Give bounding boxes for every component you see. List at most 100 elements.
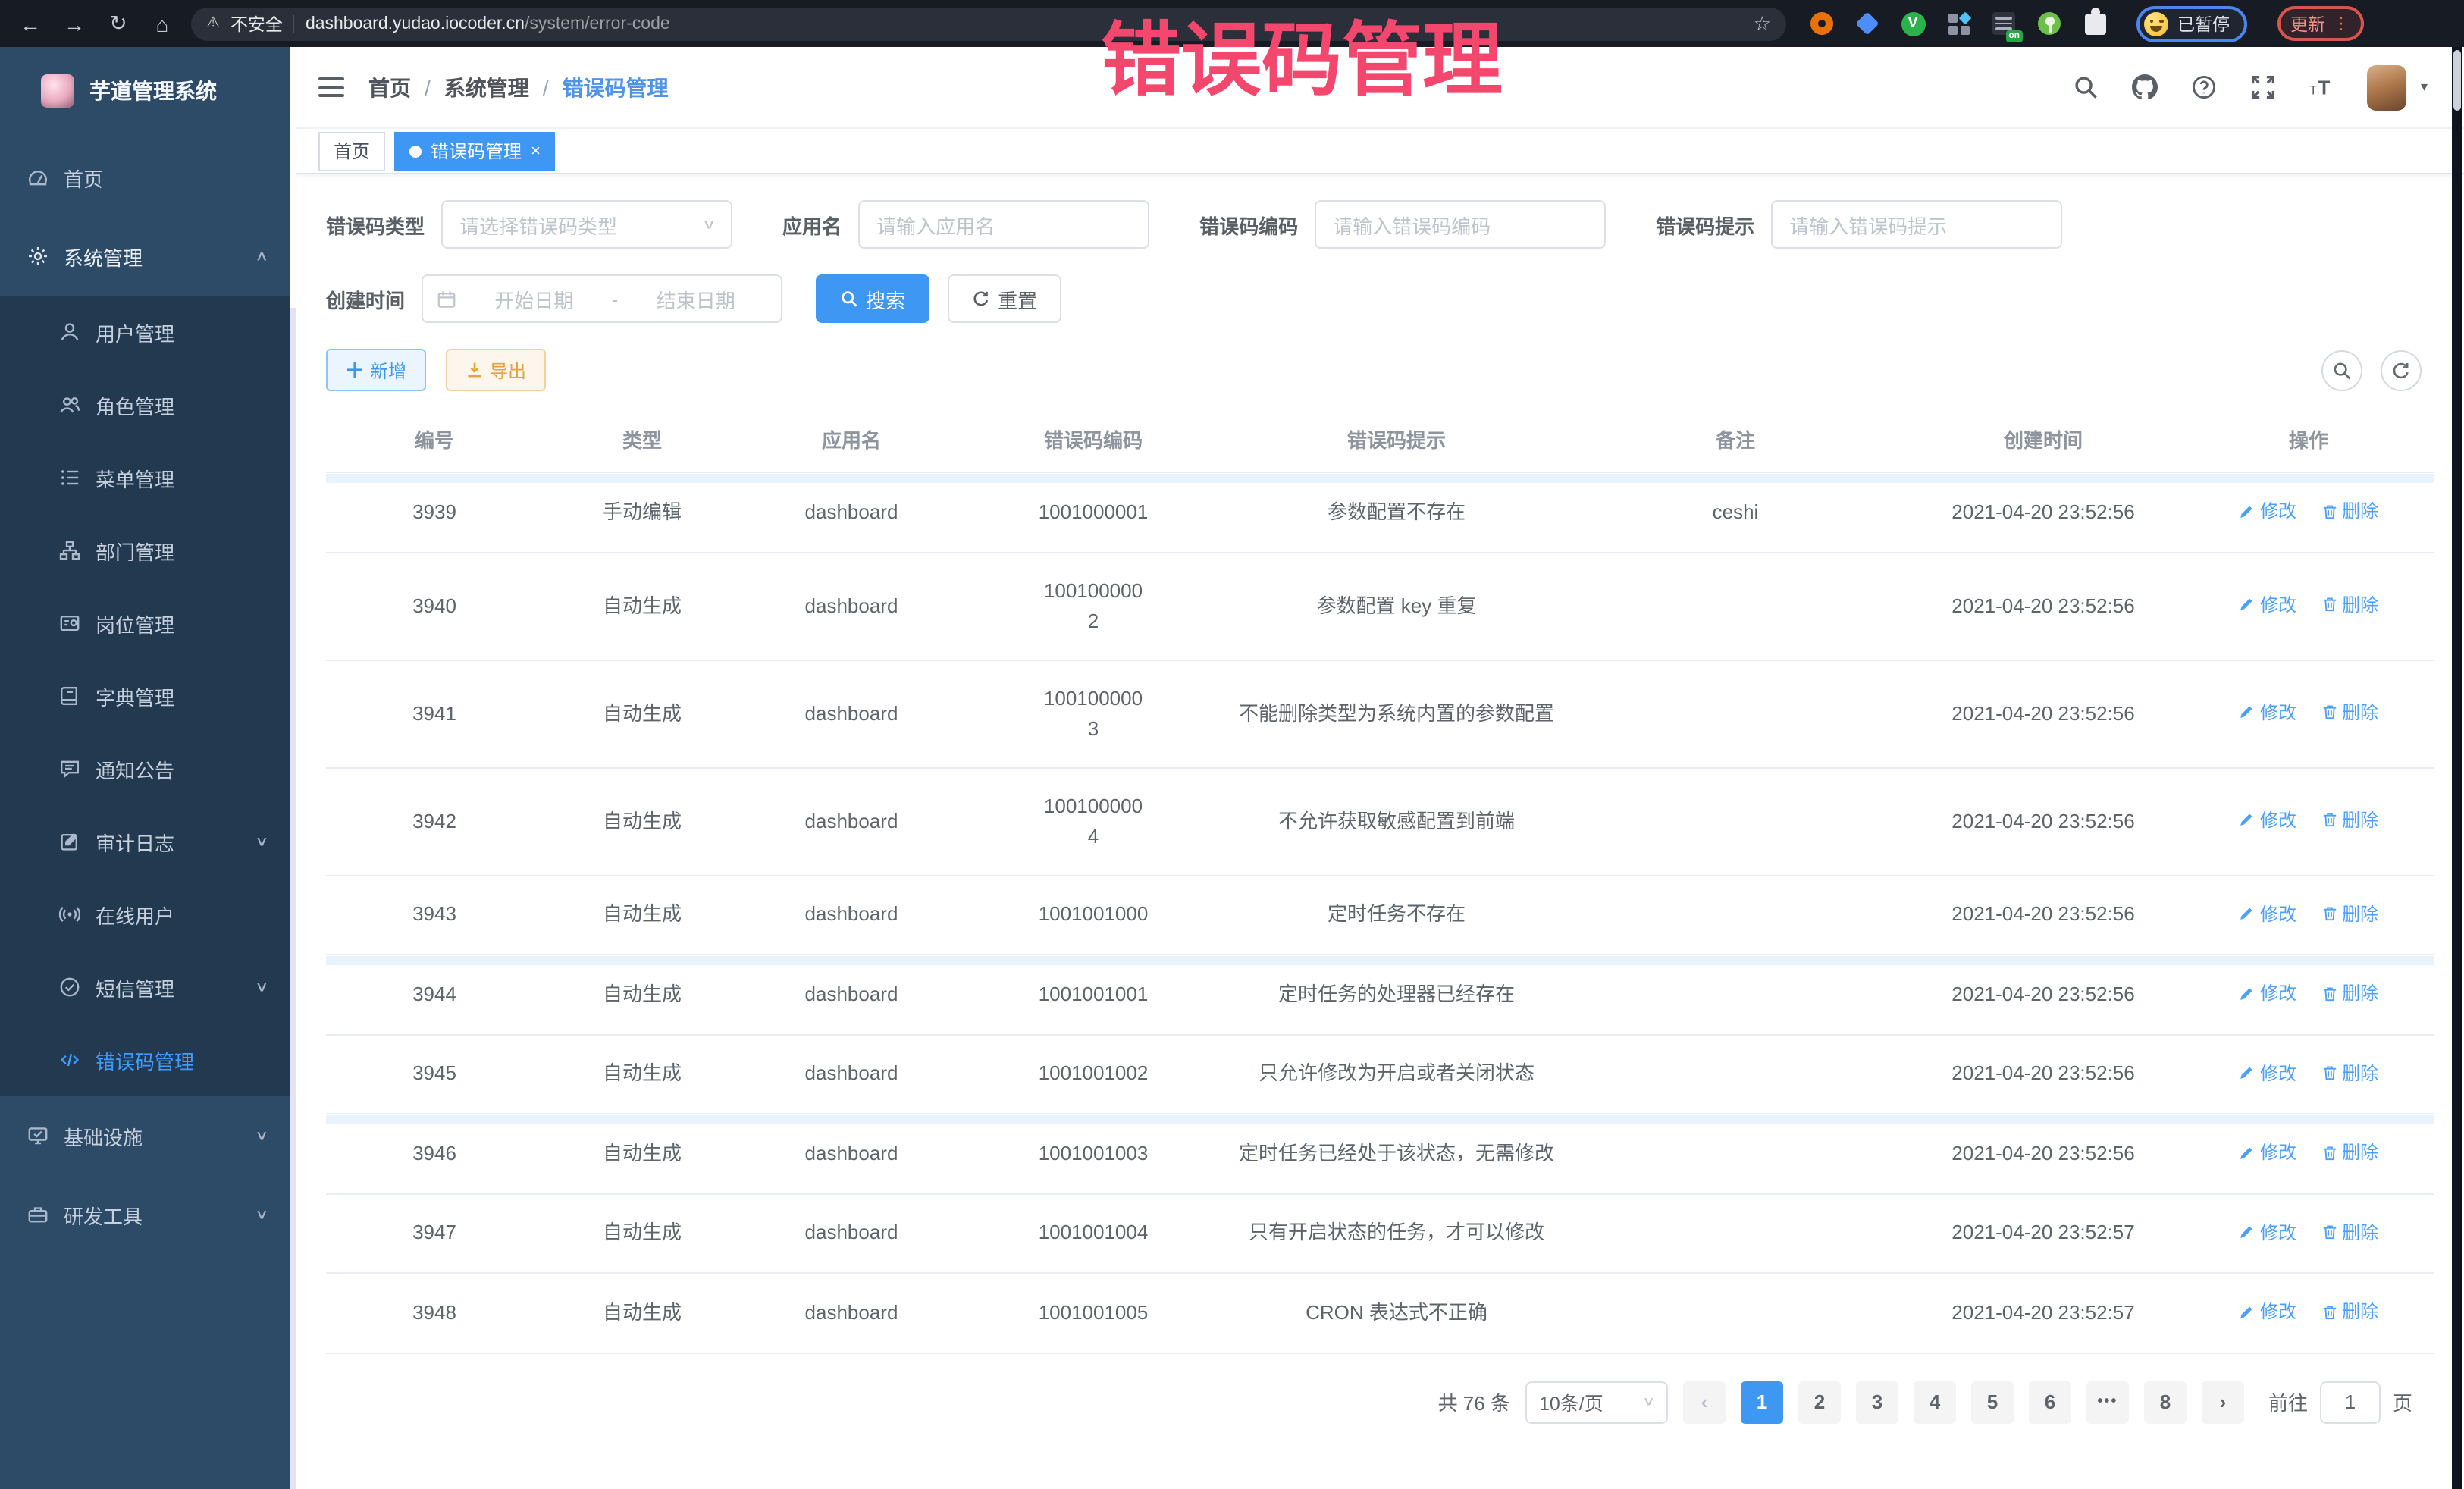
sidebar-item-4[interactable]: 角色管理 [0,368,290,441]
page-button-4[interactable]: 4 [1914,1381,1956,1423]
export-button[interactable]: 导出 [446,349,546,391]
delete-button[interactable]: 删除 [2321,805,2378,835]
bookmark-star-icon[interactable]: ☆ [1754,11,1771,36]
tab-错误码管理[interactable]: 错误码管理× [394,131,556,171]
sidebar-item-15[interactable]: 研发工具∨ [0,1175,290,1254]
search-button[interactable]: 搜索 [816,274,929,323]
browser-forward-icon[interactable]: → [59,11,89,36]
sidebar-toggle-hamburger-icon[interactable] [318,77,344,97]
url-text[interactable]: dashboard.yudao.iocoder.cn/system/error-… [306,14,670,33]
edit-button[interactable]: 修改 [2239,496,2296,526]
sidebar-item-7[interactable]: 岗位管理 [0,587,290,660]
sidebar-item-5[interactable]: 菜单管理 [0,441,290,514]
page-button-3[interactable]: 3 [1856,1381,1898,1423]
browser-menu-kebab-icon[interactable]: ⋮ [2333,14,2350,33]
extension-key-icon[interactable] [2036,11,2062,36]
extension-green-v-icon[interactable]: V [1900,11,1926,36]
edit-button[interactable]: 修改 [2239,898,2296,929]
sidebar-scrollbar-thumb[interactable] [290,47,296,308]
search-icon[interactable] [2072,74,2099,101]
sidebar-item-12[interactable]: 短信管理∨ [0,951,290,1023]
user-avatar[interactable] [2368,64,2407,110]
extension-gem-icon[interactable] [1854,11,1880,36]
page-button-2[interactable]: 2 [1798,1381,1841,1423]
edit-button[interactable]: 修改 [2239,590,2296,620]
app-logo[interactable]: 芋道管理系统 [0,47,296,135]
reset-button-label: 重置 [998,284,1037,313]
sidebar-item-6[interactable]: 部门管理 [0,514,290,587]
delete-button[interactable]: 删除 [2321,898,2378,929]
extension-orange-icon[interactable] [1809,11,1835,36]
error-hint-input[interactable]: 请输入错误码提示 [1771,200,2062,249]
date-range-picker[interactable]: 开始日期 - 结束日期 [422,274,782,323]
close-icon[interactable]: × [531,142,541,160]
reset-button[interactable]: 重置 [948,274,1061,323]
edit-button[interactable]: 修改 [2239,1296,2296,1327]
chevron-down-icon: ∨ [255,980,268,995]
sidebar-item-13[interactable]: 错误码管理 [0,1023,290,1096]
add-button[interactable]: 新增 [326,349,426,391]
edit-button[interactable]: 修改 [2239,1137,2296,1168]
page-scrollbar-thumb[interactable] [2453,50,2461,111]
sidebar-item-10[interactable]: 审计日志∨ [0,805,290,878]
next-page-button[interactable]: › [2202,1381,2244,1423]
page-button-5[interactable]: 5 [1971,1381,2014,1423]
goto-page-input[interactable]: 1 [2320,1381,2381,1423]
sidebar-item-2[interactable]: 系统管理∧ [0,217,290,296]
font-size-icon[interactable]: TT [2309,74,2336,101]
cell-operations: 修改删除 [2183,955,2434,1034]
cell-remark [1568,1273,1903,1353]
page-scrollbar[interactable] [2452,47,2462,1489]
tab-首页[interactable]: 首页 [318,131,385,171]
delete-button[interactable]: 删除 [2321,697,2378,728]
toggle-search-icon-button[interactable] [2321,350,2362,390]
delete-button[interactable]: 删除 [2321,1296,2378,1327]
breadcrumb-item[interactable]: 系统管理 [444,72,529,102]
edit-button[interactable]: 修改 [2239,978,2296,1008]
sidebar-item-8[interactable]: 字典管理 [0,660,290,732]
sidebar-scrollbar[interactable] [290,47,296,1489]
edit-button[interactable]: 修改 [2239,697,2296,728]
pagination-ellipsis[interactable]: ••• [2086,1381,2129,1423]
extension-script-icon[interactable]: on [1991,11,2017,36]
avatar-caret-down-icon[interactable]: ▾ [2421,79,2428,96]
breadcrumb-item[interactable]: 首页 [368,72,411,102]
delete-button[interactable]: 删除 [2321,590,2378,620]
page-button-8[interactable]: 8 [2144,1381,2187,1423]
sidebar-item-14[interactable]: 基础设施∨ [0,1096,290,1175]
edit-button[interactable]: 修改 [2239,1058,2296,1088]
delete-button[interactable]: 删除 [2321,978,2378,1008]
edit-button[interactable]: 修改 [2239,805,2296,835]
address-bar[interactable]: ⚠ 不安全 dashboard.yudao.iocoder.cn/system/… [191,7,1786,40]
extension-grid-icon[interactable] [1945,11,1971,36]
delete-button[interactable]: 删除 [2321,1058,2378,1088]
browser-back-icon[interactable]: ← [15,11,45,36]
prev-page-button[interactable]: ‹ [1683,1381,1726,1423]
error-type-select[interactable]: 请选择错误码类型 ∨ [441,200,732,249]
browser-home-icon[interactable]: ⌂ [147,11,177,36]
sidebar-item-3[interactable]: 用户管理 [0,296,290,368]
refresh-table-icon-button[interactable] [2381,350,2422,390]
security-label[interactable]: 不安全 [230,11,283,36]
browser-profile-button[interactable]: 已暂停 [2136,5,2246,42]
delete-button[interactable]: 删除 [2321,496,2378,526]
help-question-icon[interactable] [2190,74,2218,101]
delete-button[interactable]: 删除 [2321,1217,2378,1247]
error-code-input[interactable]: 请输入错误码编码 [1315,200,1606,249]
extensions-puzzle-icon[interactable] [2082,11,2108,36]
sidebar-item-9[interactable]: 通知公告 [0,732,290,805]
page-size-select[interactable]: 10条/页∨ [1525,1381,1668,1423]
fullscreen-icon[interactable] [2249,74,2277,101]
delete-button[interactable]: 删除 [2321,1137,2378,1168]
browser-reload-icon[interactable]: ↻ [103,11,133,36]
cell-app: dashboard [741,660,961,767]
page-button-6[interactable]: 6 [2029,1381,2071,1423]
sidebar-item-1[interactable]: 首页 [0,138,290,217]
app-name-input[interactable]: 请输入应用名 [858,200,1149,249]
sidebar-item-11[interactable]: 在线用户 [0,878,290,951]
github-icon[interactable] [2131,74,2158,101]
edit-button[interactable]: 修改 [2239,1217,2296,1247]
tools-icon [26,1203,49,1226]
page-button-1[interactable]: 1 [1741,1381,1783,1423]
browser-update-button[interactable]: 更新 ⋮ [2277,6,2363,41]
